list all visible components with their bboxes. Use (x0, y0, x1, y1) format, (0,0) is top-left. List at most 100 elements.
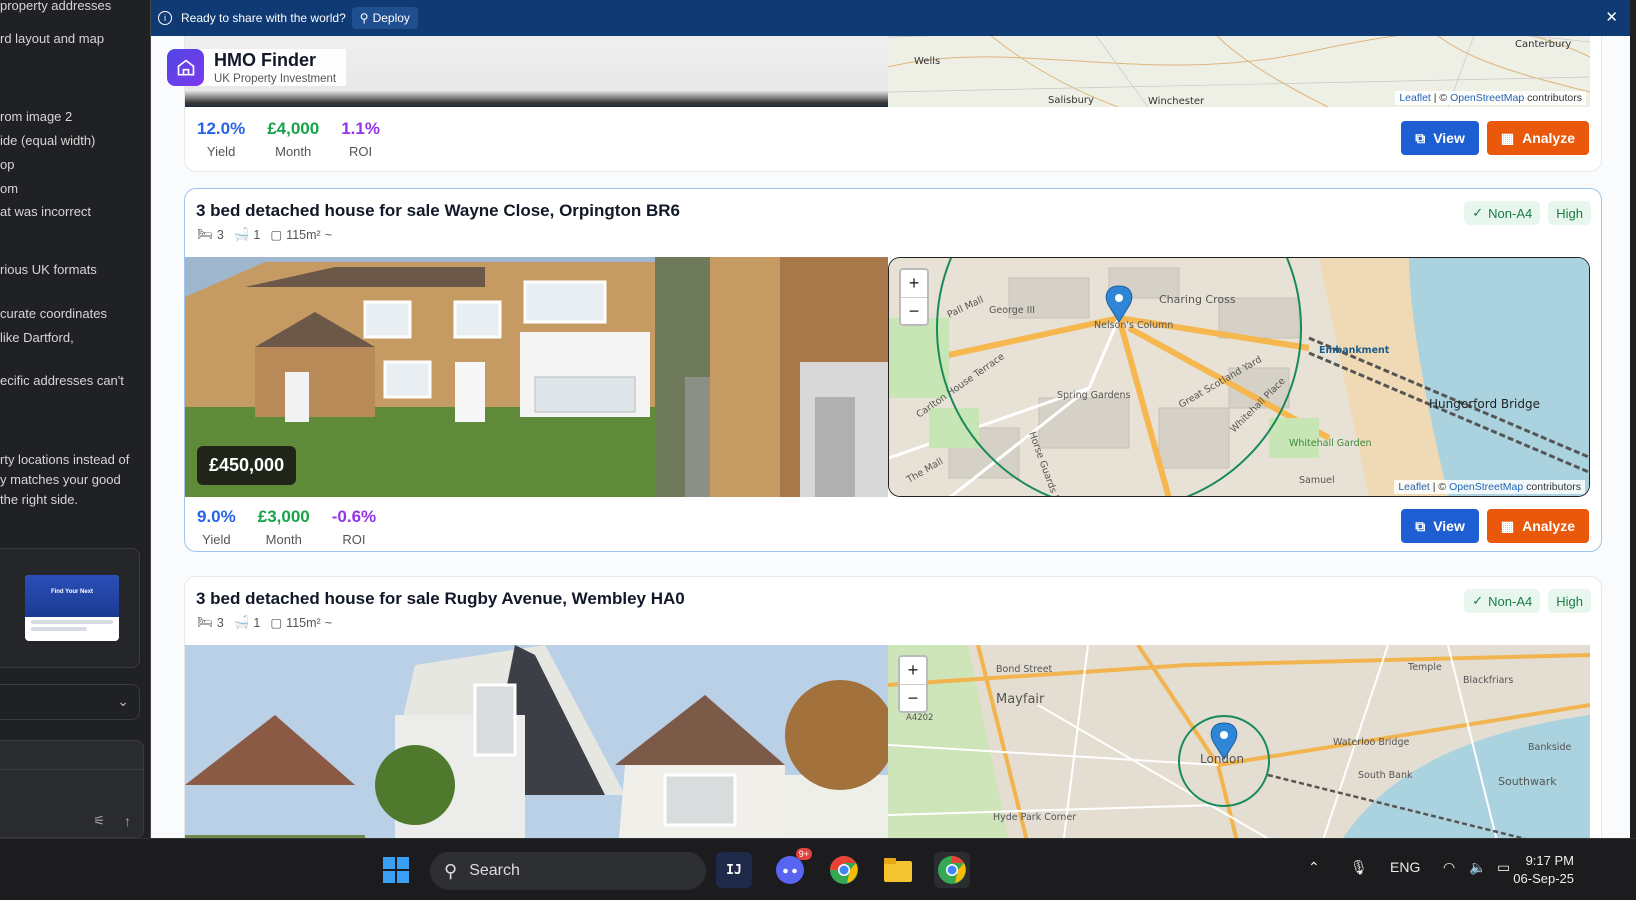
clock-date: 06-Sep-25 (1513, 871, 1574, 886)
map-label: Southwark (1498, 775, 1557, 788)
map-attribution: Leaflet | © OpenStreetMap contributors (1394, 480, 1585, 494)
map-label: Hyde Park Corner (993, 812, 1076, 823)
yield-value: 9.0% (197, 507, 236, 526)
attrib-sep: | © (1429, 481, 1450, 493)
listing-title[interactable]: 3 bed detached house for sale Rugby Aven… (196, 589, 685, 609)
listing-actions: ⧉ View ▦ Analyze (1401, 121, 1589, 155)
chrome-profile-icon[interactable] (934, 852, 970, 888)
area-icon: ▢ (270, 228, 283, 242)
property-map[interactable]: Wells Salisbury Winchester Canterbury Le… (888, 36, 1590, 107)
battery-icon[interactable]: ▭ (1497, 859, 1510, 876)
roi-label: ROI (349, 144, 373, 159)
volume-icon[interactable]: 🔈 (1469, 859, 1486, 876)
analyze-label: Analyze (1522, 518, 1575, 534)
listing-card: 3 bed detached house for sale Rugby Aven… (184, 576, 1602, 838)
listing-feed: Wells Salisbury Winchester Canterbury Le… (151, 36, 1630, 838)
file-explorer-icon[interactable] (880, 852, 916, 888)
chrome-icon[interactable] (826, 852, 862, 888)
bed-icon: 🛏 (197, 227, 213, 241)
osm-link[interactable]: OpenStreetMap (1450, 92, 1524, 104)
map-tiles: Bond Street Mayfair A4202 London Waterlo… (888, 645, 1590, 838)
browser-viewport: i Ready to share with the world? ⚲ Deplo… (150, 0, 1630, 838)
listing-actions: ⧉ View ▦ Analyze (1401, 509, 1589, 543)
send-arrow-icon[interactable]: ↑ (124, 813, 131, 829)
osm-link[interactable]: OpenStreetMap (1449, 481, 1523, 493)
zoom-in-button[interactable]: + (901, 270, 927, 297)
chat-line: y matches your good (0, 472, 121, 487)
chat-line: om (0, 181, 19, 196)
close-icon[interactable]: ✕ (1605, 8, 1618, 26)
chat-line: rty locations instead of (0, 452, 130, 467)
zoom-out-button[interactable]: − (900, 684, 926, 711)
map-label: Temple (1407, 662, 1442, 673)
map-label: George III (989, 305, 1035, 316)
attachment-thumbnail[interactable]: Find Your Next (25, 575, 119, 641)
zoom-in-button[interactable]: + (900, 657, 926, 684)
pin-icon: ⚲ (359, 11, 369, 25)
chat-line: curate coordinates (0, 306, 107, 321)
bath-icon: 🛁 (233, 227, 250, 241)
discord-badge: 9+ (795, 848, 812, 860)
area-approx: ~ (324, 615, 332, 630)
deploy-button[interactable]: ⚲ Deploy (351, 7, 418, 29)
listing-badges: ✓ Non-A4 High (1464, 201, 1591, 225)
language-indicator[interactable]: ENG (1390, 859, 1420, 875)
map-label: South Bank (1358, 770, 1413, 781)
roi-value: 1.1% (341, 119, 380, 138)
chat-line: property addresses (0, 0, 112, 13)
map-zoom-control: + − (899, 268, 929, 326)
clock-time: 9:17 PM (1525, 853, 1574, 868)
attrib-suffix: contributors (1524, 92, 1582, 104)
chat-input[interactable]: ⚟ ↑ (0, 740, 144, 838)
leaflet-link[interactable]: Leaflet (1398, 481, 1430, 493)
chat-panel: property addresses rd layout and map rom… (0, 0, 150, 838)
analyze-button[interactable]: ▦ Analyze (1486, 121, 1589, 155)
licence-badge-label: Non-A4 (1488, 593, 1533, 609)
wifi-icon[interactable]: ◠ (1443, 859, 1455, 876)
property-map[interactable]: George III Pall Mall Nelson's Column Cha… (888, 257, 1590, 497)
attrib-suffix: contributors (1523, 481, 1581, 493)
listing-title[interactable]: 3 bed detached house for sale Wayne Clos… (196, 201, 680, 221)
model-dropdown[interactable]: ⌄ (0, 684, 140, 720)
listing-badges: ✓ Non-A4 High (1464, 589, 1591, 613)
map-label: Salisbury (1048, 95, 1094, 106)
map-label: Winchester (1148, 96, 1205, 107)
analyze-button[interactable]: ▦ Analyze (1486, 509, 1589, 543)
leaflet-link[interactable]: Leaflet (1399, 92, 1431, 104)
settings-sliders-icon[interactable]: ⚟ (93, 813, 105, 829)
deploy-button-label: Deploy (372, 11, 410, 25)
windows-start-icon[interactable] (378, 852, 414, 888)
info-icon: i (158, 11, 172, 25)
map-label: Wells (914, 56, 940, 67)
licence-badge: ✓ Non-A4 (1464, 201, 1541, 225)
chat-line: op (0, 157, 15, 172)
property-photo[interactable] (185, 645, 888, 838)
chat-line: ide (equal width) (0, 133, 96, 148)
deploy-message: Ready to share with the world? (181, 11, 346, 25)
microphone-icon[interactable]: 🎙 (1350, 859, 1368, 876)
taskbar-search[interactable]: ⚲ Search (430, 852, 706, 890)
property-map[interactable]: Bond Street Mayfair A4202 London Waterlo… (888, 645, 1590, 838)
view-button[interactable]: ⧉ View (1401, 509, 1479, 543)
bath-icon: 🛁 (233, 615, 250, 629)
discord-icon[interactable]: 9+ (772, 848, 812, 888)
property-photo[interactable]: £450,000 (185, 257, 888, 497)
app-subtitle: UK Property Investment (214, 73, 337, 85)
chevron-up-icon[interactable]: ⌃ (1308, 859, 1320, 876)
price-tag: £450,000 (197, 446, 297, 485)
clock[interactable]: 9:17 PM 06-Sep-25 (1513, 852, 1574, 888)
yield-label: Yield (202, 532, 231, 547)
chat-line: ecific addresses can't (0, 373, 124, 388)
zoom-out-button[interactable]: − (901, 297, 927, 324)
intellij-icon[interactable]: IJ (716, 852, 752, 888)
listing-features: 🛏 3 🛁 1 ▢ 115m² ~ (197, 615, 332, 630)
home-logo-icon[interactable] (167, 49, 204, 86)
attachment-card[interactable]: Find Your Next (0, 548, 140, 668)
view-button[interactable]: ⧉ View (1401, 121, 1479, 155)
roi-label: ROI (342, 532, 366, 547)
map-label: Charing Cross (1159, 293, 1236, 306)
month-value: £4,000 (267, 119, 320, 138)
listing-features: 🛏 3 🛁 1 ▢ 115m² ~ (197, 227, 332, 242)
listing-stats: 9.0% Yield £3,000 Month -0.6% ROI (197, 507, 376, 547)
map-tiles: George III Pall Mall Nelson's Column Cha… (889, 258, 1589, 496)
